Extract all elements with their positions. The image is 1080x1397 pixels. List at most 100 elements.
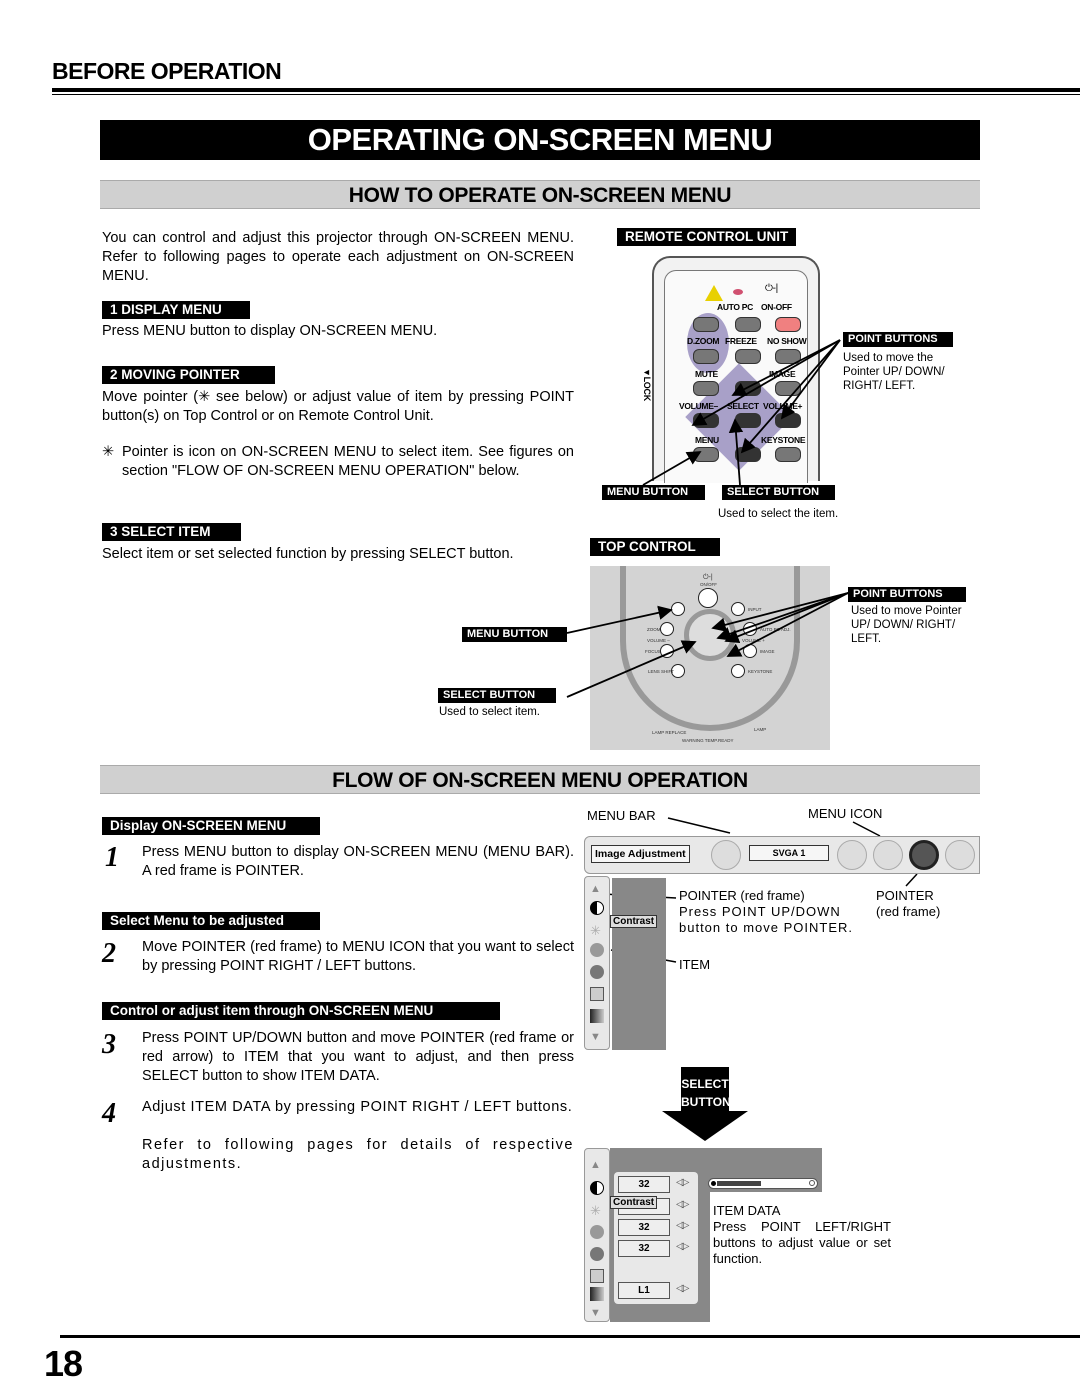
scroll-down-icon[interactable]: ▼: [590, 1031, 604, 1045]
remote-point-buttons-tag: POINT BUTTONS: [843, 332, 953, 347]
flow-step-4-text: Adjust ITEM DATA by pressing POINT RIGHT…: [142, 1099, 573, 1115]
page-number: 18: [44, 1343, 83, 1384]
dzoom-down-button[interactable]: [693, 349, 719, 364]
point-left-button[interactable]: [693, 413, 719, 428]
label-volume-plus: VOLUME+: [763, 401, 803, 411]
pointer-right-label: POINTER: [876, 888, 934, 903]
tc-label-lamp: LAMP: [754, 727, 767, 732]
contrast-tooltip: Contrast: [610, 1196, 658, 1209]
menu-bar-label: MENU BAR: [587, 808, 656, 823]
label-on-off: ON-OFF: [761, 302, 792, 312]
label-auto-pc: AUTO PC: [717, 302, 753, 312]
color-icon[interactable]: [590, 1225, 604, 1239]
image-adjust-icon-pointer[interactable]: [909, 840, 939, 870]
tc-label-auto-pc-adj: AUTO PC ADJ.: [760, 627, 791, 632]
step-tag-select-item: 3 SELECT ITEM: [102, 523, 241, 541]
pointer-right-sub: (red frame): [876, 904, 941, 919]
flow-tag-display: Display ON-SCREEN MENU: [102, 817, 320, 835]
input-source-icon[interactable]: [711, 840, 741, 870]
step-number-1: 1: [105, 842, 119, 873]
point-right-button[interactable]: [775, 413, 801, 428]
tc-label-lamp-replace: LAMP REPLACE: [652, 730, 687, 735]
tc-image-button[interactable]: [743, 644, 757, 658]
item-value-contrast[interactable]: 32: [618, 1176, 670, 1193]
subsection-title-how-to: HOW TO OPERATE ON-SCREEN MENU: [100, 180, 980, 209]
tc-keystone-button[interactable]: [731, 664, 745, 678]
scroll-up-icon[interactable]: ▲: [590, 1159, 604, 1173]
no-show-button[interactable]: [775, 349, 801, 364]
label-dzoom: D.ZOOM: [687, 336, 720, 346]
item-label: ITEM: [679, 957, 711, 972]
step-text-display-menu: Press MENU button to display ON-SCREEN M…: [102, 323, 438, 339]
menu-bar[interactable]: Image Adjustment SVGA 1: [584, 836, 980, 874]
scroll-down-icon[interactable]: ▼: [590, 1307, 604, 1321]
remote-control-title: REMOTE CONTROL UNIT: [617, 228, 797, 246]
white-balance-icon[interactable]: [590, 1269, 604, 1283]
footer-rule: [60, 1335, 1080, 1338]
tc-point-pad[interactable]: [684, 609, 736, 661]
pointer-note: Pointer is icon on ON-SCREEN MENU to sel…: [122, 444, 574, 479]
step-number-4: 4: [102, 1098, 116, 1129]
label-keystone: KEYSTONE: [761, 435, 806, 445]
tc-menu-button[interactable]: [671, 602, 685, 616]
item-sidebar: ▲ ✳ ▼: [584, 876, 610, 1050]
label-volume-minus: VOLUME–: [679, 401, 718, 411]
mute-button[interactable]: [693, 381, 719, 396]
adjust-arrows-icon[interactable]: ◁▷: [676, 1241, 689, 1252]
gamma-icon[interactable]: [590, 1009, 604, 1023]
adjust-arrows-icon[interactable]: ◁▷: [676, 1283, 689, 1294]
tc-label-keystone: KEYSTONE: [748, 669, 773, 674]
freeze-button[interactable]: [735, 349, 761, 364]
menu-button[interactable]: [693, 447, 719, 462]
osd-menu-bar-figure: Image Adjustment SVGA 1 ▲ ✳ ▼ Contrast: [584, 830, 980, 1052]
adjust-arrows-icon[interactable]: ◁▷: [676, 1177, 689, 1188]
step-tag-display-menu: 1 DISPLAY MENU: [102, 301, 250, 319]
tint-icon[interactable]: [590, 1247, 604, 1261]
tc-focus-button[interactable]: [660, 644, 674, 658]
item-value-gamma[interactable]: L1: [618, 1282, 670, 1299]
brightness-icon[interactable]: ✳: [590, 923, 604, 938]
pc-adjust-icon[interactable]: [837, 840, 867, 870]
screen-icon[interactable]: [945, 840, 975, 870]
tc-label-lens-shift: LENS SHIFT: [648, 669, 675, 674]
item-data-slider[interactable]: [708, 1178, 818, 1189]
item-value-color[interactable]: 32: [618, 1219, 670, 1236]
tint-icon[interactable]: [590, 965, 604, 979]
tc-point-buttons-tag: POINT BUTTONS: [848, 587, 966, 602]
adjust-arrows-icon[interactable]: ◁▷: [676, 1220, 689, 1231]
tc-input-button[interactable]: [731, 602, 745, 616]
flow-tag-control: Control or adjust item through ON-SCREEN…: [102, 1002, 500, 1020]
scroll-up-icon[interactable]: ▲: [590, 883, 604, 897]
keystone-button[interactable]: [775, 447, 801, 462]
item-value-tint[interactable]: 32: [618, 1240, 670, 1257]
select-button[interactable]: [735, 413, 761, 428]
point-up-button[interactable]: [735, 381, 761, 396]
top-control-title: TOP CONTROL: [590, 538, 720, 556]
item-data-desc: Press POINT LEFT/RIGHT buttons to adjust…: [713, 1219, 891, 1266]
gamma-icon[interactable]: [590, 1287, 604, 1301]
contrast-icon[interactable]: [590, 1181, 604, 1195]
contrast-icon[interactable]: [590, 901, 604, 915]
tc-auto-pc-adj-button[interactable]: [743, 622, 757, 636]
osd-background: [612, 878, 666, 1050]
tc-on-off-button[interactable]: [698, 588, 718, 608]
tc-zoom-button[interactable]: [660, 622, 674, 636]
white-balance-icon[interactable]: [590, 987, 604, 1001]
subsection-title-flow: FLOW OF ON-SCREEN MENU OPERATION: [100, 765, 980, 794]
brightness-icon[interactable]: ✳: [590, 1203, 604, 1218]
page-title: OPERATING ON-SCREEN MENU: [100, 120, 980, 160]
tc-label-focus: FOCUS: [645, 649, 661, 654]
label-image: IMAGE: [769, 369, 796, 379]
tc-label-volume-minus: VOLUME –: [647, 638, 670, 643]
color-icon[interactable]: [590, 943, 604, 957]
auto-pc-button[interactable]: [735, 317, 761, 332]
image-select-icon[interactable]: [873, 840, 903, 870]
adjust-arrows-icon[interactable]: ◁▷: [676, 1199, 689, 1210]
tc-label-ready: READY: [718, 738, 734, 743]
point-down-button[interactable]: [735, 447, 761, 462]
source-label: SVGA 1: [749, 845, 829, 861]
dzoom-up-button[interactable]: [693, 317, 719, 332]
on-off-button[interactable]: [775, 317, 801, 332]
slider-max-dot: [809, 1180, 815, 1186]
image-button[interactable]: [775, 381, 801, 396]
